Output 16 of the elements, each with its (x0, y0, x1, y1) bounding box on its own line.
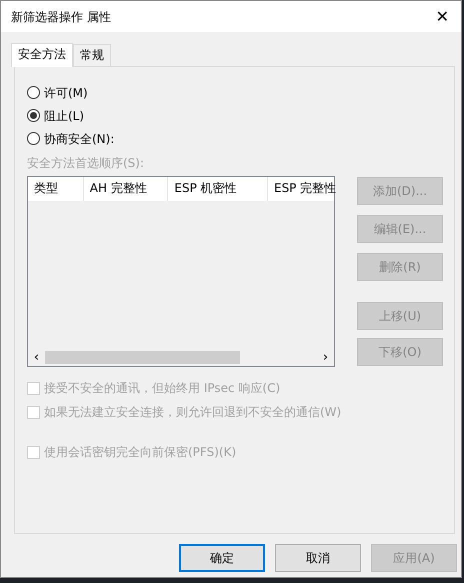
window-title: 新筛选器操作 属性 (11, 8, 111, 26)
radio-label: 协商安全(N): (44, 130, 114, 148)
checkbox-label: 使用会话密钥完全向前保密(PFS)(K) (44, 444, 236, 461)
group-label: 安全方法首选顺序(S): (27, 155, 146, 172)
radio-button[interactable] (27, 86, 40, 99)
radio-button[interactable] (27, 132, 40, 145)
radio-button[interactable] (27, 109, 40, 122)
checkbox-label: 接受不安全的通讯，但始终用 IPsec 响应(C) (44, 380, 280, 397)
radio-label: 许可(M) (44, 84, 88, 102)
tab[interactable]: 常规 (73, 44, 111, 66)
dialog-button[interactable]: 确定 (179, 544, 265, 572)
tab[interactable]: 安全方法 (11, 43, 73, 67)
dialog-button[interactable]: 取消 (275, 544, 361, 572)
radio-label: 阻止(L) (44, 108, 84, 124)
checkbox-label: 如果无法建立安全连接，则允许回退到不安全的通信(W) (44, 404, 342, 421)
close-button[interactable]: ✕ (432, 8, 453, 24)
